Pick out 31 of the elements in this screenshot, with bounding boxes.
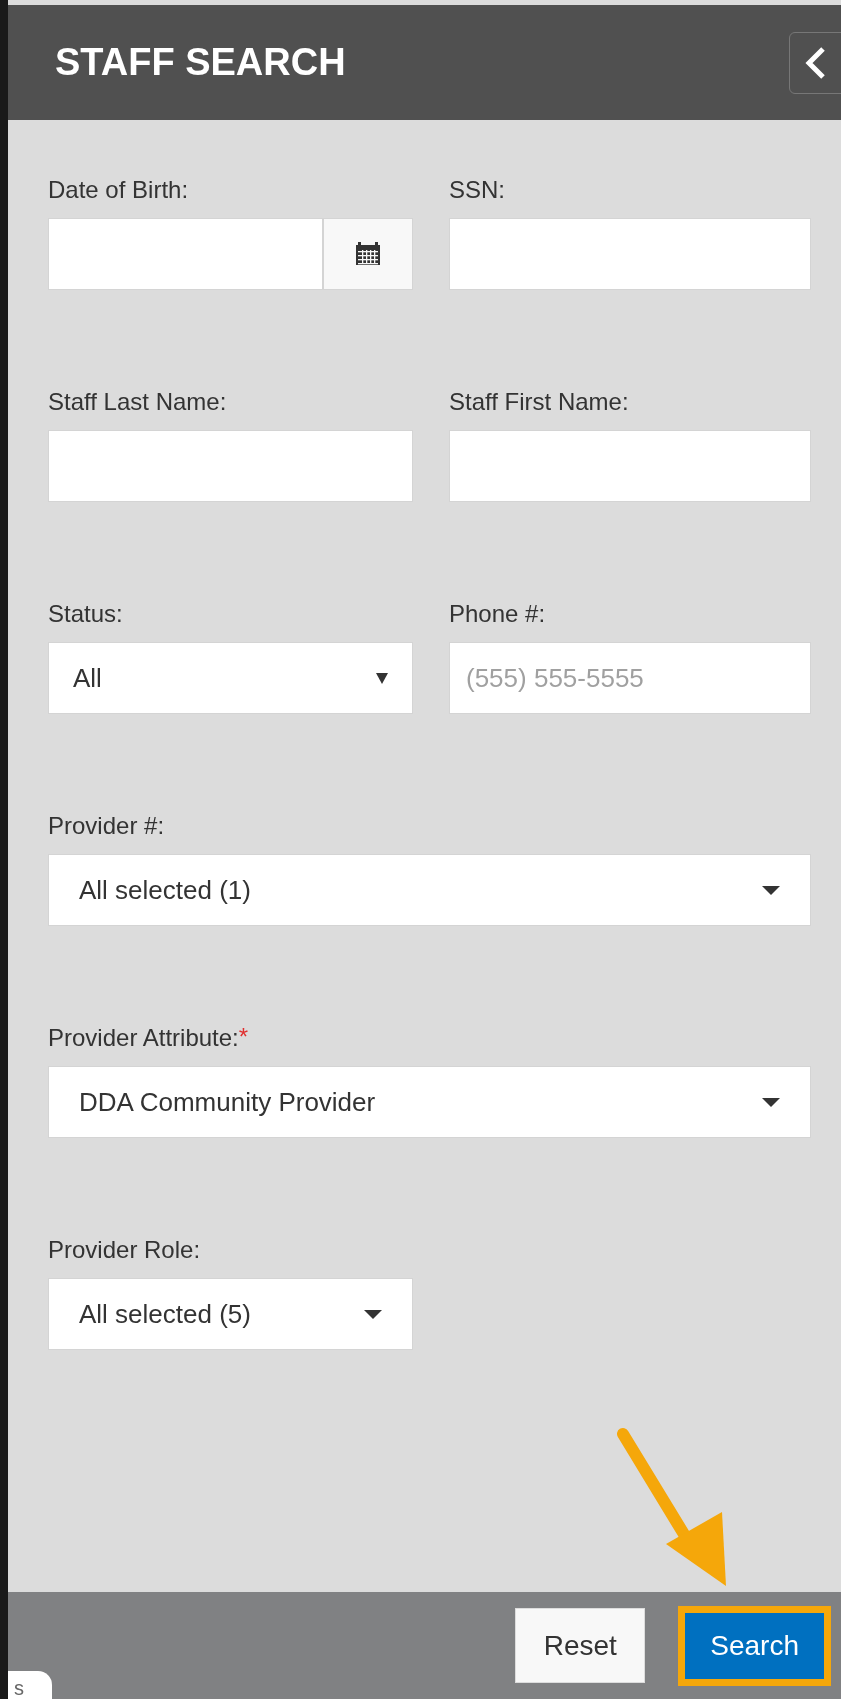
collapse-button[interactable]: [789, 31, 841, 94]
field-label: Staff First Name:: [449, 388, 629, 416]
panel-title: STAFF SEARCH: [55, 41, 346, 84]
text-field[interactable]: [48, 430, 413, 502]
field-label: Staff Last Name:: [48, 388, 227, 416]
field-label: Provider Role:: [48, 1236, 201, 1264]
caret-icon: [376, 672, 388, 684]
date-field[interactable]: [48, 218, 323, 290]
search-button[interactable]: Search: [678, 1605, 831, 1686]
calendar-icon: [355, 242, 381, 266]
dropdown-field[interactable]: All selected (5): [48, 1278, 413, 1350]
text-field[interactable]: [449, 218, 811, 290]
reset-button[interactable]: Reset: [515, 1608, 646, 1683]
text-field[interactable]: [449, 430, 811, 502]
caret-icon: [364, 1309, 382, 1319]
calendar-button[interactable]: [323, 218, 413, 290]
field-label: Status:: [48, 600, 123, 628]
dropdown-field[interactable]: All selected (1): [48, 854, 811, 926]
caret-icon: [762, 885, 780, 895]
field-label: Date of Birth:: [48, 176, 189, 204]
select-field[interactable]: All: [48, 642, 413, 714]
corner-tab[interactable]: s: [8, 1671, 52, 1699]
chevron-left-icon: [804, 45, 826, 80]
field-label: Provider Attribute:: [48, 1024, 239, 1052]
field-label: SSN:: [449, 176, 505, 204]
required-mark: *: [238, 1023, 249, 1051]
field-label: Provider #:: [48, 812, 165, 840]
field-label: Phone #:: [449, 600, 546, 628]
dropdown-field[interactable]: DDA Community Provider: [48, 1066, 811, 1138]
text-field[interactable]: (555) 555-5555: [449, 642, 811, 714]
caret-icon: [762, 1097, 780, 1107]
